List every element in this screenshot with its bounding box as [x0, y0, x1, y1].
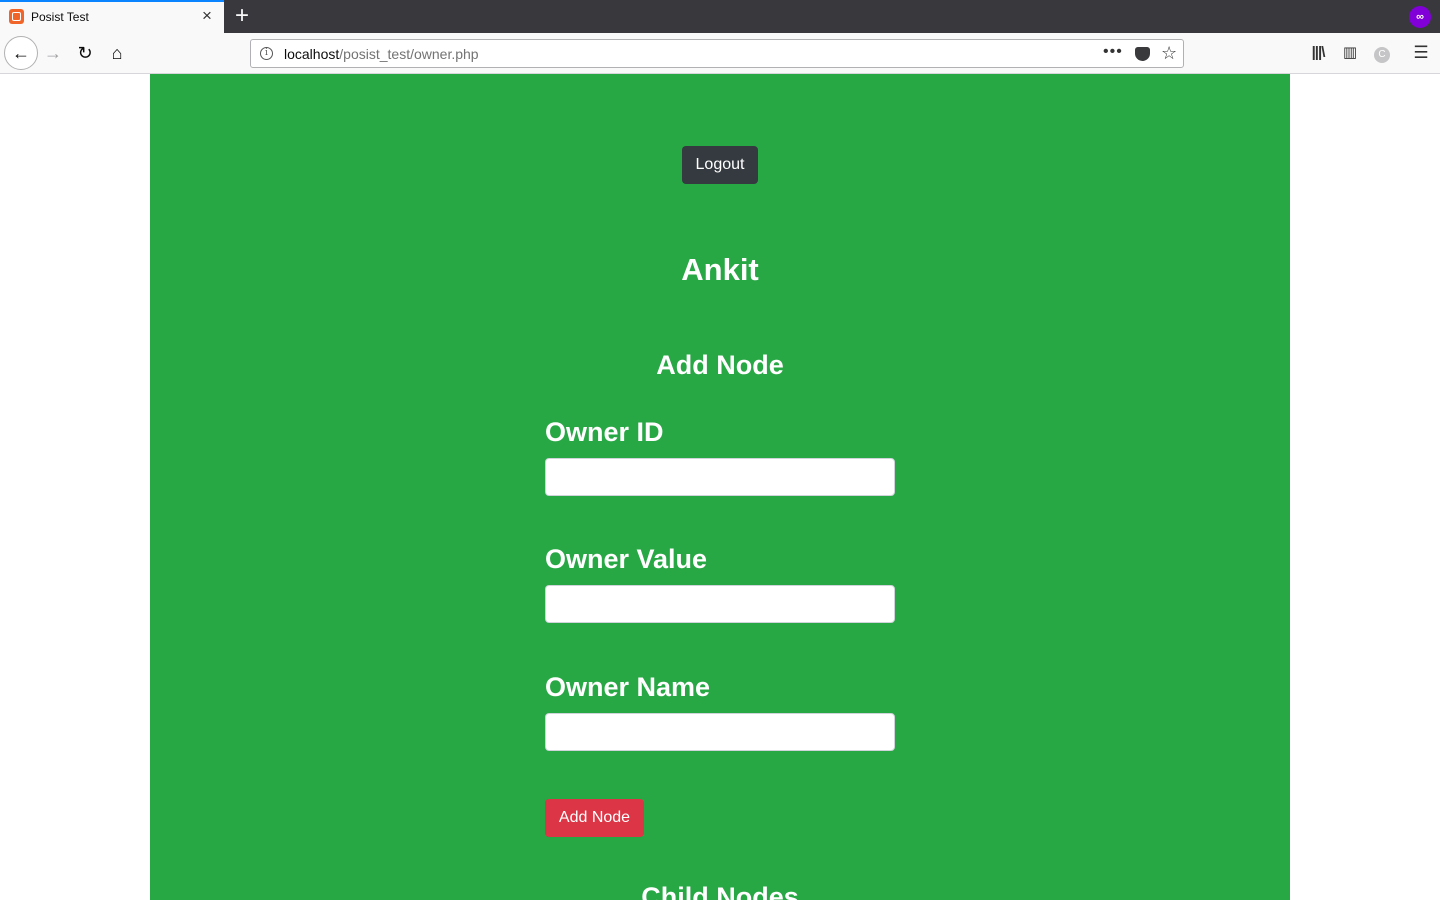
browser-tab[interactable]: Posist Test ×	[0, 0, 224, 33]
add-node-button[interactable]: Add Node	[545, 799, 644, 837]
logout-button[interactable]: Logout	[682, 146, 758, 184]
private-browsing-icon: ∞	[1409, 6, 1431, 28]
owner-value-input[interactable]	[545, 585, 895, 623]
address-bar[interactable]: i localhost/posist_test/owner.php ••• ☆	[250, 39, 1184, 68]
home-button[interactable]: ⌂	[103, 39, 131, 67]
owner-name-label: Owner Name	[545, 672, 711, 702]
page-actions-icon[interactable]: •••	[1103, 43, 1123, 61]
child-nodes-heading: Child Nodes	[641, 882, 799, 900]
reload-button[interactable]: ↻	[71, 39, 99, 67]
new-tab-button[interactable]: +	[230, 3, 254, 29]
navigation-toolbar: ← → ↻ ⌂ i localhost/posist_test/owner.ph…	[0, 33, 1440, 74]
bookmark-star-icon[interactable]: ☆	[1161, 43, 1177, 64]
url-host: localhost	[284, 46, 340, 62]
owner-id-input[interactable]	[545, 458, 895, 496]
site-info-icon[interactable]: i	[260, 47, 273, 60]
owner-value-label: Owner Value	[545, 544, 708, 574]
forward-button[interactable]: →	[39, 39, 67, 67]
hamburger-menu-icon[interactable]: ☰	[1407, 39, 1435, 67]
pocket-icon[interactable]	[1135, 47, 1150, 61]
extension-icon[interactable]: C	[1368, 39, 1396, 67]
tab-close-icon[interactable]: ×	[198, 7, 216, 25]
xampp-favicon-icon	[9, 9, 24, 24]
tab-title: Posist Test	[31, 10, 89, 24]
page-content: Logout Ankit Add Node Owner ID Owner Val…	[150, 74, 1290, 900]
form-title: Add Node	[656, 350, 784, 380]
owner-id-label: Owner ID	[545, 417, 664, 447]
owner-name-input[interactable]	[545, 713, 895, 751]
sidebar-icon[interactable]: ▥	[1336, 39, 1364, 67]
url-path: /posist_test/owner.php	[339, 46, 479, 62]
back-button[interactable]: ←	[4, 36, 38, 70]
user-name-heading: Ankit	[681, 252, 759, 287]
library-icon[interactable]: |||\	[1304, 39, 1332, 67]
tab-strip: Posist Test × + ∞	[0, 0, 1440, 33]
url-text[interactable]: localhost/posist_test/owner.php	[284, 46, 479, 62]
